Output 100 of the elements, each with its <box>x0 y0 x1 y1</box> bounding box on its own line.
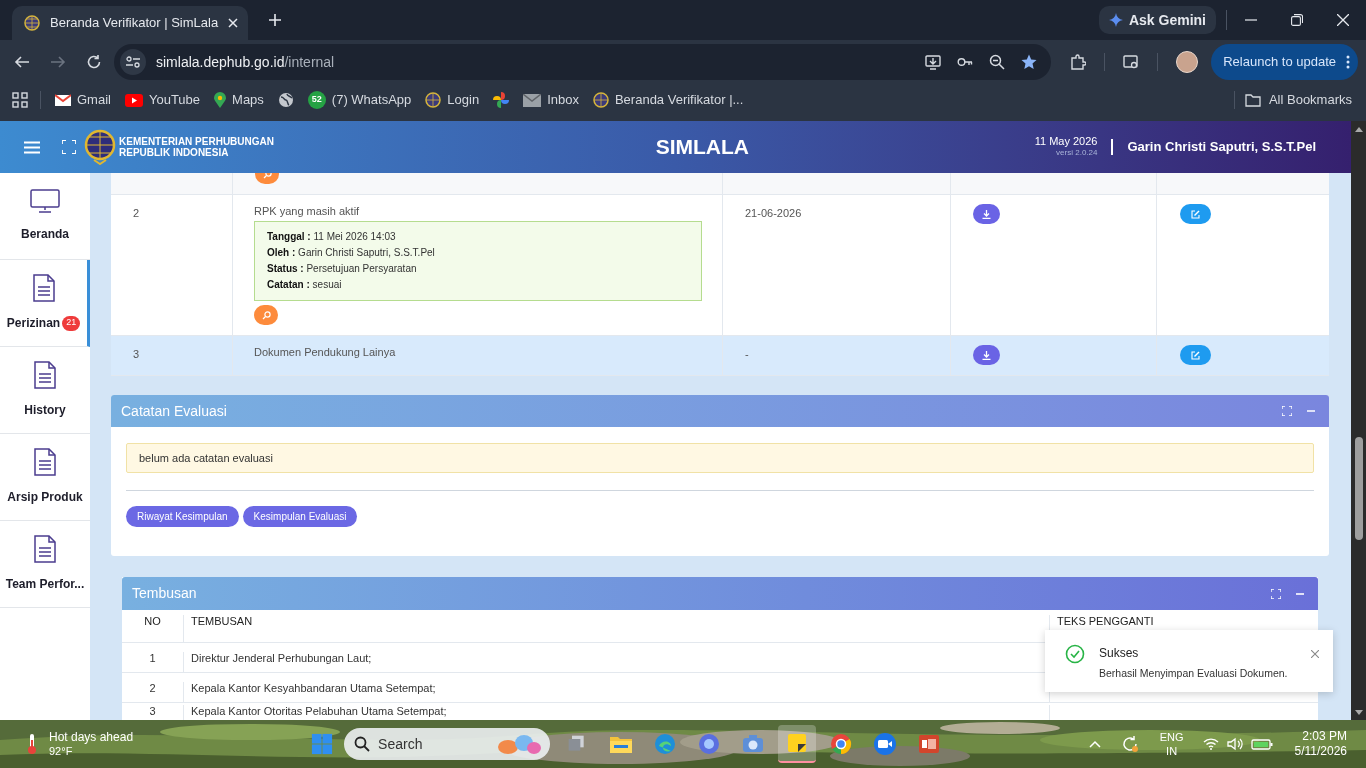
table-cell-text: RPK yang masih aktif <box>254 205 361 218</box>
restore-icon[interactable] <box>1291 14 1303 26</box>
envelope-icon <box>523 93 542 107</box>
pill-button[interactable]: Riwayat Kesimpulan <box>126 506 239 527</box>
back-icon[interactable] <box>14 54 30 70</box>
search-field[interactable]: Search <box>344 728 551 760</box>
scroll-up-icon[interactable] <box>1354 126 1363 132</box>
sidebar-label: Arsip Produk <box>7 489 83 506</box>
bookmark[interactable]: YouTube <box>124 90 201 110</box>
relaunch-button[interactable]: Relaunch to update <box>1211 44 1358 80</box>
map-pin-icon <box>214 92 227 108</box>
pill-button[interactable]: Kesimpulan Evaluasi <box>242 506 358 527</box>
table-cell: Kepala Kantor Otoritas Pelabuhan Utama Setempat; <box>191 705 447 718</box>
bookmark[interactable]: 52 (7) WhatsApp <box>307 90 412 110</box>
fullscreen-icon[interactable] <box>1271 588 1281 599</box>
weather-widget[interactable]: Hot days ahead 92°F <box>49 730 134 758</box>
sidebar-label: Perizinan <box>6 315 61 332</box>
bookmark[interactable]: Gmail <box>55 90 111 110</box>
table-cell: Kepala Kantor Kesyahbandaran Utama Setempat; <box>191 682 436 695</box>
document-icon <box>34 448 56 476</box>
history-note: Tanggal : 11 Mei 2026 14:03 Oleh : Garin Christi Saputri, S.S.T.Pel Status : Persetujuan Persyaratan Catatan : sesuai <box>254 221 702 301</box>
browser-tab[interactable]: Beranda Verifikator | SimLala <box>12 6 248 40</box>
forward-icon[interactable] <box>50 54 66 70</box>
sidebar-label: Beranda <box>21 226 69 243</box>
sync-icon[interactable] <box>1120 735 1139 753</box>
globe-icon[interactable] <box>277 92 294 108</box>
document-icon <box>34 535 56 563</box>
fullscreen-icon[interactable] <box>62 140 76 154</box>
play-icon <box>124 93 143 107</box>
download-button[interactable] <box>973 204 1000 224</box>
new-tab-icon[interactable] <box>269 14 281 26</box>
star-icon[interactable] <box>1021 54 1038 70</box>
column-header: TEMBUSAN <box>191 615 253 628</box>
org-name: KEMENTERIAN PERHUBUNGAN <box>119 136 274 147</box>
reload-icon[interactable] <box>86 54 102 70</box>
clock[interactable]: 2:03 PM 5/11/2026 <box>1294 729 1347 759</box>
download-icon <box>982 209 991 219</box>
battery-icon[interactable] <box>1250 738 1273 750</box>
login-globe-icon <box>425 92 442 108</box>
envelope-icon <box>55 94 71 106</box>
puzzle-icon[interactable] <box>1070 54 1087 70</box>
bookmark[interactable]: Maps <box>214 90 264 110</box>
url-text[interactable]: simlala.dephub.go.id/internal <box>156 51 335 73</box>
document-icon <box>32 274 55 302</box>
pinwheel-icon[interactable] <box>493 92 510 108</box>
sticky-note-icon[interactable] <box>778 725 817 763</box>
zoom-out-icon[interactable] <box>989 54 1006 70</box>
thermometer-icon[interactable] <box>26 733 38 755</box>
speaker-icon[interactable] <box>1226 737 1243 751</box>
bookmark[interactable]: Beranda Verifikator |... <box>592 90 744 110</box>
language-indicator[interactable]: ENG IN <box>1159 730 1184 758</box>
download-button[interactable] <box>973 345 1000 365</box>
toast-message: Berhasil Menyimpan Evaluasi Dokumen. <box>1099 666 1289 681</box>
check-circle-icon <box>1065 644 1085 664</box>
table-cell: 2 <box>133 207 140 219</box>
fullscreen-icon[interactable] <box>1282 406 1292 416</box>
scroll-down-icon[interactable] <box>1354 710 1363 716</box>
tab-search-icon[interactable] <box>1123 54 1140 70</box>
bookmark[interactable]: Inbox <box>523 90 579 110</box>
table-cell: 1 <box>149 652 156 665</box>
sidebar-label: History <box>24 402 66 419</box>
kebab-icon <box>1346 55 1350 69</box>
edit-icon <box>1191 350 1200 360</box>
address-bar[interactable]: simlala.dephub.go.id/internal <box>114 44 1052 80</box>
search-icon <box>261 310 271 320</box>
globe-icon <box>24 15 40 31</box>
folder-icon <box>1244 93 1261 107</box>
bookmark-folder[interactable]: All Bookmarks <box>1244 90 1352 110</box>
monitor-icon <box>30 189 60 213</box>
toast-title: Sukses <box>1099 645 1140 662</box>
wifi-icon[interactable] <box>1202 738 1219 750</box>
search-icon <box>262 173 272 179</box>
table-cell: 2 <box>149 682 156 695</box>
menu-icon[interactable] <box>24 140 40 154</box>
scrollbar-thumb[interactable] <box>1354 437 1363 540</box>
sidebar-label: Team Perfor... <box>5 576 85 593</box>
chevron-up-icon[interactable] <box>1088 740 1101 748</box>
edit-button[interactable] <box>1180 204 1211 224</box>
emblem-icon <box>84 129 116 165</box>
site-settings-icon[interactable] <box>126 56 140 68</box>
table-cell: - <box>745 348 749 360</box>
table-cell-text: Dokumen Pendukung Lainya <box>254 346 397 359</box>
org-name: REPUBLIK INDONESIA <box>119 147 230 158</box>
version-text: versi 2.0.24 <box>1056 147 1098 159</box>
column-header: NO <box>144 615 161 628</box>
avatar-icon[interactable] <box>1176 51 1199 73</box>
search-icon <box>354 736 371 752</box>
column-header: TEKS PENGGANTI <box>1057 615 1154 628</box>
document-icon <box>34 361 56 389</box>
globe-icon <box>592 92 609 108</box>
ask-gemini-button[interactable]: Ask Gemini <box>1098 6 1216 34</box>
app-title: SIMLALA <box>655 134 749 161</box>
panel-title: Tembusan <box>132 584 197 603</box>
count-badge: 21 <box>62 315 81 331</box>
edit-icon <box>1191 209 1200 219</box>
install-icon[interactable] <box>925 54 942 70</box>
bookmark[interactable]: Login <box>425 90 480 110</box>
sparkle-icon <box>1108 13 1123 27</box>
apps-grid-icon[interactable] <box>12 92 28 108</box>
table-cell: 3 <box>149 705 156 718</box>
